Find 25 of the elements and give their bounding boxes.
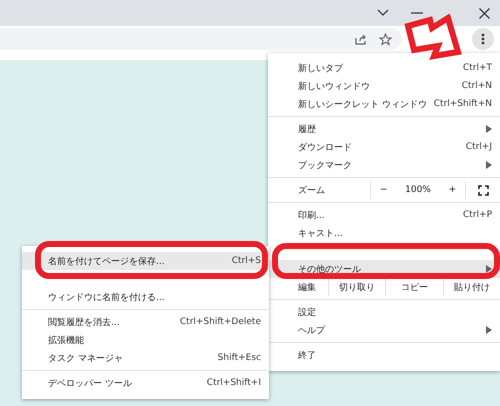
menu-item[interactable]: ヘルプ	[268, 321, 500, 339]
cut-button[interactable]: 切り取り	[328, 278, 386, 296]
menu-item[interactable]: 履歴	[268, 120, 500, 138]
menu-item[interactable]: デベロッパー ツール Ctrl+Shift+I	[22, 374, 269, 392]
menu-label: 編集	[298, 282, 317, 294]
menu-item[interactable]: 設定	[268, 303, 500, 321]
paste-button[interactable]: 貼り付け	[442, 278, 500, 296]
menu-item[interactable]: 終了	[268, 346, 500, 364]
menu-item[interactable]: ダウンロード Ctrl+J	[268, 138, 500, 156]
menu-item[interactable]: 印刷... Ctrl+P	[268, 206, 500, 224]
menu-item[interactable]: ブックマーク	[268, 156, 500, 174]
menu-item[interactable]: タスク マネージャ Shift+Esc	[22, 349, 269, 367]
zoom-out-button[interactable]: −	[380, 185, 388, 195]
menu-item[interactable]: キャスト...	[268, 224, 500, 242]
menu-item[interactable]: 新しいシークレット ウィンドウ Ctrl+Shift+N	[268, 95, 500, 113]
menu-label: ズーム	[298, 184, 326, 196]
zoom-in-button[interactable]: +	[448, 185, 456, 195]
menu-item[interactable]: 新しいタブ Ctrl+T	[268, 59, 500, 77]
menu-item[interactable]: 新しいウィンドウ Ctrl+N	[268, 77, 500, 95]
menu-item[interactable]: 閲覧履歴を消去... Ctrl+Shift+Delete	[22, 313, 269, 331]
zoom-level: 100%	[405, 185, 431, 195]
menu-item[interactable]: 拡張機能	[22, 331, 269, 349]
menu-item[interactable]: ウィンドウに名前を付ける...	[22, 288, 269, 306]
menu-item[interactable]: 名前を付けてページを保存... Ctrl+S	[22, 252, 269, 270]
copy-button[interactable]: コピー	[385, 278, 443, 296]
